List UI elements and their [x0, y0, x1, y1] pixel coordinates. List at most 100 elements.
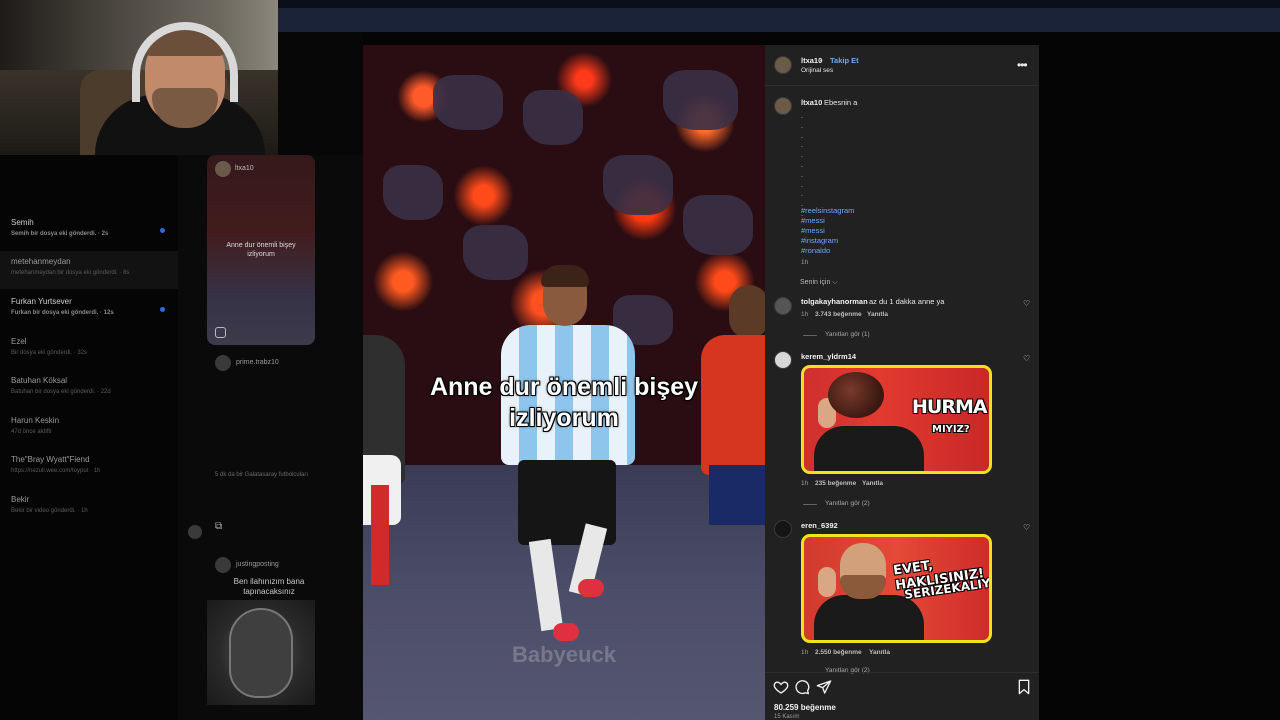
dm-item[interactable]: Ezel Bir dosya eki gönderdi. · 32s	[0, 331, 178, 369]
rock	[463, 225, 528, 280]
screen: Semih Semih bir dosya eki gönderdi. · 2s…	[0, 0, 1280, 720]
watermark: Babyeuck	[512, 642, 616, 667]
hashtag[interactable]: #instagram	[801, 236, 838, 245]
likes-count[interactable]: 80.259 beğenme	[774, 703, 836, 712]
comment-username[interactable]: eren_6392	[801, 521, 838, 530]
commenter-avatar[interactable]	[774, 297, 792, 315]
webcam-overlay	[0, 0, 278, 155]
send-icon[interactable]	[816, 679, 832, 695]
divider	[803, 504, 817, 505]
separator-dot: •	[820, 56, 823, 65]
dm-name: Ezel	[11, 337, 27, 346]
comment-likes[interactable]: 235 beğenme	[815, 480, 856, 487]
comment-icon[interactable]	[794, 679, 810, 695]
dm-item[interactable]: Semih Semih bir dosya eki gönderdi. · 2s	[0, 212, 178, 250]
rock	[603, 155, 673, 215]
heart-icon[interactable]: ♡	[1023, 354, 1030, 363]
reel-author: ltxa10	[235, 165, 254, 172]
divider	[803, 335, 817, 336]
more-horizontal-icon[interactable]: •••	[1017, 58, 1028, 72]
post-panel: ltxa10 • Takip Et Orijinal ses ••• ltxa1…	[765, 45, 1039, 720]
comment-image[interactable]: EVET, HAKLISINIZ! SERIZEKALIYIZ	[801, 534, 992, 643]
hashtag[interactable]: #reelsinstagram	[801, 206, 854, 215]
caption-line: Anne dur önemli bişey	[429, 373, 699, 401]
heart-icon[interactable]: ♡	[1023, 523, 1030, 532]
chat-message: 5 dk da bir Galatasaray futbolcuları	[215, 472, 309, 478]
caption-dots: ...........	[801, 113, 803, 218]
rock	[433, 75, 503, 130]
hashtag[interactable]: #messi	[801, 226, 825, 235]
dm-name: Bekir	[11, 495, 30, 504]
rock	[683, 195, 753, 255]
view-replies-button[interactable]: Yanıtları gör (1)	[825, 331, 870, 338]
chat-thread: ltxa10 Anne dur önemli bişey izliyorum p…	[178, 155, 363, 720]
dm-item[interactable]: Batuhan Köksal Batuhan bir dosya eki gön…	[0, 370, 178, 408]
player-boot	[578, 579, 604, 597]
chat-sender: justingposting	[236, 561, 279, 568]
dm-item[interactable]: metehanmeydan metehanmeydan bir dosya ek…	[0, 251, 178, 289]
dm-item[interactable]: Harun Keskin 47d önce aktifti	[0, 410, 178, 448]
hashtag[interactable]: #ronaldo	[801, 246, 830, 255]
comment-time: 1h	[801, 311, 809, 318]
author-avatar[interactable]	[774, 56, 792, 74]
comment-likes-count: 2.550 beğenme	[815, 649, 862, 656]
comment-sort-dropdown[interactable]: Senin için ⌵	[800, 279, 838, 287]
dm-preview: Bekir bir video gönderdi. · 1h	[11, 508, 88, 514]
player-boot	[553, 623, 579, 641]
avatar	[188, 525, 202, 539]
page-gutter	[278, 32, 363, 155]
avatar	[215, 161, 231, 177]
reply-button[interactable]: Yanıtla	[869, 649, 890, 656]
dm-name: Semih	[11, 218, 34, 227]
audio-label[interactable]: Orijinal ses	[801, 67, 833, 74]
commenter-avatar[interactable]	[774, 351, 792, 369]
comment-username[interactable]: tolgakayhanorman	[801, 297, 868, 306]
dm-item[interactable]: The"Bray Wyatt"Fiend https://nezuli.wee.…	[0, 449, 178, 487]
shared-image[interactable]	[207, 600, 315, 705]
page-backdrop	[1039, 32, 1280, 720]
caption-username[interactable]: ltxa10	[801, 98, 822, 107]
shared-reel-card[interactable]: ltxa10 Anne dur önemli bişey izliyorum	[207, 155, 315, 345]
reply-button[interactable]: Yanıtla	[862, 480, 883, 487]
unread-dot	[160, 228, 165, 233]
heart-icon[interactable]: ♡	[1023, 299, 1030, 308]
player-left-socks	[371, 485, 389, 585]
hashtag[interactable]: #messi	[801, 216, 825, 225]
reply-label: Yanıtla	[869, 649, 890, 656]
rock	[383, 165, 443, 220]
author-avatar[interactable]	[774, 97, 792, 115]
bookmark-icon[interactable]	[1016, 679, 1032, 695]
avatar	[215, 355, 231, 371]
dm-name: metehanmeydan	[11, 257, 71, 266]
view-replies-button[interactable]: Yanıtları gör (2)	[825, 500, 870, 507]
rock	[523, 90, 583, 145]
dm-name: The"Bray Wyatt"Fiend	[11, 455, 90, 464]
comment-likes[interactable]: 2.550 beğenme	[815, 649, 862, 656]
comment-image[interactable]: HURMA MIYIZ?	[801, 365, 992, 474]
player-right-shorts	[709, 465, 765, 525]
reel-video[interactable]: Anne dur önemli bişey izliyorum Babyeuck	[363, 45, 765, 720]
image-text: HURMA	[912, 396, 988, 418]
comment-likes[interactable]: 3.743 beğenme	[815, 311, 862, 318]
dm-list: Semih Semih bir dosya eki gönderdi. · 2s…	[0, 155, 178, 720]
reply-button[interactable]: Yanıtla	[867, 311, 888, 318]
dm-preview: Semih bir dosya eki gönderdi. · 2s	[11, 231, 109, 237]
dm-name: Furkan Yurtsever	[11, 297, 72, 306]
chat-sender: prime.trabz10	[236, 359, 279, 366]
video-caption: Anne dur önemli bişey izliyorum	[363, 372, 765, 434]
address-strip[interactable]	[278, 8, 1280, 32]
player-right-head	[729, 285, 765, 339]
commenter-avatar[interactable]	[774, 520, 792, 538]
divider	[765, 672, 1039, 673]
comment-likes-count: 235 beğenme	[815, 480, 857, 487]
dm-item[interactable]: Bekir Bekir bir video gönderdi. · 1h	[0, 489, 178, 527]
comment-time: 1h	[801, 480, 809, 487]
comment-username[interactable]: kerem_yldrm14	[801, 352, 856, 361]
divider	[765, 85, 1039, 86]
follow-button[interactable]: Takip Et	[830, 56, 859, 65]
dm-item[interactable]: Furkan Yurtsever Furkan bir dosya eki gö…	[0, 291, 178, 329]
image-person	[814, 595, 924, 640]
comment-time: 1h	[801, 649, 809, 656]
comment-text: az du 1 dakka anne ya	[869, 297, 945, 306]
heart-icon[interactable]	[773, 679, 789, 695]
